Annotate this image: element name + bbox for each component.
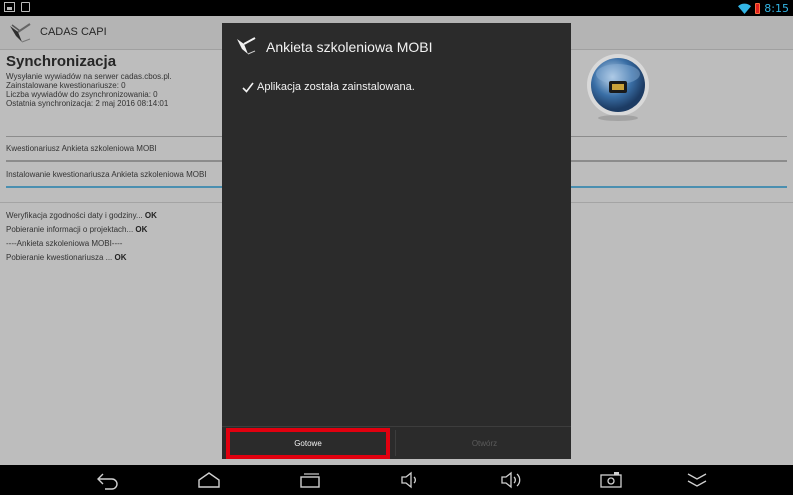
divider (222, 426, 571, 427)
sync-info-line: Liczba wywiadów do zsynchronizowania: 0 (6, 90, 158, 99)
app-title: CADAS CAPI (40, 26, 107, 38)
sync-log: Weryfikacja zgodności daty i godziny... … (6, 209, 157, 265)
sync-info: Wysyłanie wywiadów na serwer cadas.cbos.… (6, 72, 172, 108)
hide-keyboard-icon[interactable] (684, 470, 710, 490)
sync-info-line: Ostatnia synchronizacja: 2 maj 2016 08:1… (6, 99, 169, 108)
screenshot-icon[interactable] (598, 470, 624, 490)
log-status: OK (135, 225, 148, 234)
volume-up-icon[interactable] (498, 470, 524, 490)
wifi-icon (738, 3, 752, 14)
log-text: Pobieranie kwestionariusza ... (6, 253, 115, 262)
sync-title: Synchronizacja (6, 53, 117, 70)
picture-icon (4, 2, 15, 12)
app-logo-icon (237, 37, 256, 55)
log-line: ----Ankieta szkoleniowa MOBI---- (6, 237, 157, 251)
back-icon[interactable] (95, 470, 121, 490)
button-separator (395, 430, 396, 456)
check-icon (242, 82, 254, 93)
questionnaire-label: Kwestionariusz Ankieta szkoleniowa MOBI (6, 144, 157, 153)
done-button[interactable]: Gotowe (226, 428, 390, 459)
installing-label: Instalowanie kwestionariusza Ankieta szk… (6, 170, 207, 179)
log-text: Pobieranie informacji o projektach... (6, 225, 136, 234)
system-icons: 8:15 (738, 1, 789, 15)
install-dialog: Ankieta szkoleniowa MOBI Aplikacja zosta… (222, 23, 571, 459)
sync-info-line: Wysyłanie wywiadów na serwer cadas.cbos.… (6, 72, 172, 81)
volume-down-icon[interactable] (398, 470, 424, 490)
status-bar: 8:15 (0, 0, 793, 16)
log-status: OK (114, 253, 127, 262)
log-line: Pobieranie informacji o projektach... OK (6, 223, 157, 237)
sync-info-line: Zainstalowane kwestionariusze: 0 (6, 81, 126, 90)
log-status: OK (144, 211, 157, 220)
log-line: Weryfikacja zgodności daty i godziny... … (6, 209, 157, 223)
clock: 8:15 (764, 1, 789, 15)
log-text: ----Ankieta szkoleniowa MOBI---- (6, 239, 123, 248)
dialog-message-text: Aplikacja została zainstalowana. (257, 81, 415, 93)
sync-globe-icon (587, 54, 649, 121)
bag-icon (21, 2, 30, 12)
home-icon[interactable] (196, 470, 222, 490)
log-line: Pobieranie kwestionariusza ... OK (6, 251, 157, 265)
recent-apps-icon[interactable] (297, 470, 323, 490)
dialog-title: Ankieta szkoleniowa MOBI (266, 39, 433, 55)
app-logo-icon (10, 23, 31, 43)
log-text: Weryfikacja zgodności daty i godziny... (6, 211, 145, 220)
dialog-message: Aplikacja została zainstalowana. (242, 81, 415, 93)
navigation-bar (0, 465, 793, 495)
open-button[interactable]: Otwórz (398, 428, 571, 459)
battery-icon (755, 2, 761, 14)
notification-icons (4, 2, 30, 12)
